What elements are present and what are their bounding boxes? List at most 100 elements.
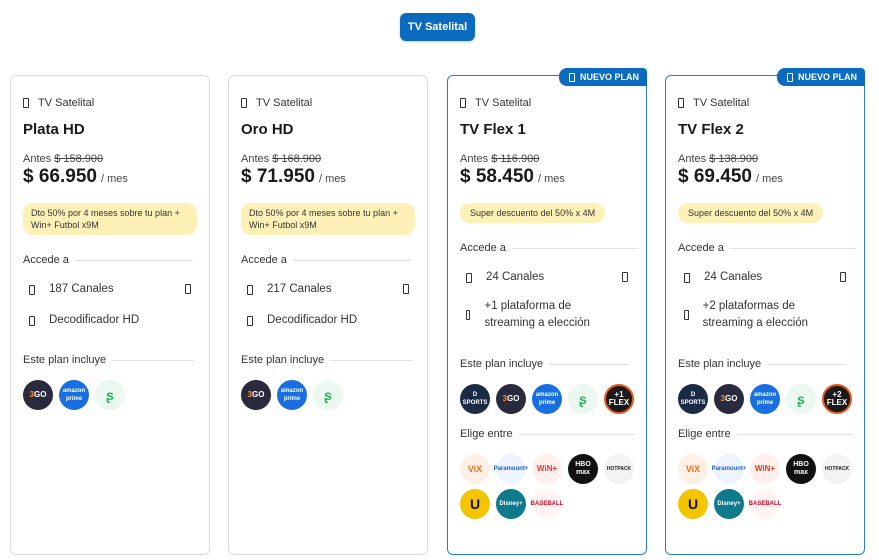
plan-category: TV Satelital — [23, 97, 94, 109]
win-plus-icon[interactable]: WiN+ — [532, 454, 562, 484]
feature-decoder: Decodificador HD — [29, 312, 139, 329]
promo-badge: Dto 50% por 4 meses sobre tu plan + Win+… — [23, 203, 197, 235]
plan-card-tv-flex-2[interactable]: NUEVO PLAN TV Satelital TV Flex 2 Antes … — [665, 68, 865, 555]
tv-icon — [247, 284, 253, 295]
feature-channels: 217 Canales — [247, 281, 332, 298]
universal-icon[interactable]: U — [460, 489, 490, 519]
green-app-icon: ʂ — [95, 380, 125, 410]
decoder-icon — [247, 315, 253, 326]
includes-logos: D SPORTS 3 GO amazon prime ʂ +1 FLEX — [460, 384, 634, 414]
plan-category: TV Satelital — [460, 97, 531, 109]
hbo-max-icon[interactable]: HBO max — [786, 454, 816, 484]
hotpack-icon[interactable]: HOTPACK — [822, 454, 852, 484]
access-label: Accede a — [241, 254, 411, 266]
feature-channels: 24 Canales — [684, 269, 762, 286]
includes-logos: 3 GO amazon prime ʂ — [23, 380, 125, 410]
hotpack-icon[interactable]: HOTPACK — [604, 454, 634, 484]
tv-icon — [684, 272, 690, 283]
dgo-icon: 3 GO — [496, 384, 526, 414]
amazon-prime-icon: amazon prime — [277, 380, 307, 410]
amazon-prime-icon: amazon prime — [59, 380, 89, 410]
price: $ 69.450/ mes — [678, 166, 783, 187]
paramount-icon[interactable]: Paramount+ — [494, 454, 528, 484]
flex-2-icon: +2 FLEX — [822, 384, 852, 414]
new-plan-badge: NUEVO PLAN — [558, 68, 647, 86]
paramount-icon[interactable]: Paramount+ — [712, 454, 746, 484]
plan-name: TV Flex 2 — [678, 121, 744, 138]
tab-tv-satelital[interactable]: TV Satelital — [400, 13, 475, 41]
price: $ 58.450/ mes — [460, 166, 565, 187]
includes-label: Este plan incluye — [678, 358, 848, 370]
info-icon[interactable] — [185, 284, 191, 294]
includes-label: Este plan incluye — [241, 354, 413, 366]
access-label: Accede a — [460, 242, 638, 254]
amazon-prime-icon: amazon prime — [532, 384, 562, 414]
flex-1-icon: +1 FLEX — [604, 384, 634, 414]
baseball-icon[interactable]: BASEBALL — [531, 489, 563, 519]
dsports-icon: D SPORTS — [678, 384, 708, 414]
decoder-icon — [29, 315, 35, 326]
old-price: Antes $ 116.900 — [460, 153, 540, 165]
old-price: Antes $ 168.900 — [241, 153, 322, 165]
disney-plus-icon[interactable]: Disney+ — [496, 489, 526, 519]
old-price: Antes $ 158.900 — [23, 153, 104, 165]
amazon-prime-icon: amazon prime — [750, 384, 780, 414]
plan-category: TV Satelital — [678, 97, 749, 109]
plan-category: TV Satelital — [241, 97, 312, 109]
universal-icon[interactable]: U — [678, 489, 708, 519]
satellite-icon — [678, 98, 684, 108]
price: $ 71.950/ mes — [241, 166, 346, 187]
info-icon[interactable] — [622, 272, 628, 282]
includes-label: Este plan incluye — [23, 354, 195, 366]
green-app-icon: ʂ — [786, 384, 816, 414]
plan-card-tv-flex-1[interactable]: NUEVO PLAN TV Satelital TV Flex 1 Antes … — [447, 68, 647, 555]
feature-channels: 24 Canales — [466, 269, 544, 286]
dgo-icon: 3 GO — [23, 380, 53, 410]
promo-badge: Super descuento del 50% x 4M — [678, 203, 824, 223]
feature-channels: 187 Canales — [29, 281, 114, 298]
info-icon[interactable] — [403, 284, 409, 294]
includes-label: Este plan incluye — [460, 358, 630, 370]
play-icon — [466, 310, 471, 320]
feature-streaming: +2 plataformas de streaming a elección — [684, 298, 834, 332]
tv-icon — [466, 272, 472, 283]
tv-icon — [29, 284, 35, 295]
plan-name: Plata HD — [23, 121, 85, 138]
tag-icon — [568, 72, 575, 82]
plan-card-oro-hd[interactable]: TV Satelital Oro HD Antes $ 168.900 $ 71… — [228, 75, 428, 555]
satellite-icon — [460, 98, 466, 108]
hbo-max-icon[interactable]: HBO max — [568, 454, 598, 484]
baseball-icon[interactable]: BASEBALL — [749, 489, 781, 519]
dgo-icon: 3 GO — [714, 384, 744, 414]
choose-label: Elige entre — [678, 428, 853, 440]
plan-card-plata-hd[interactable]: TV Satelital Plata HD Antes $ 158.900 $ … — [10, 75, 210, 555]
green-app-icon: ʂ — [568, 384, 598, 414]
includes-logos: D SPORTS 3 GO amazon prime ʂ +2 FLEX — [678, 384, 852, 414]
old-price: Antes $ 138.900 — [678, 153, 759, 165]
plan-name: Oro HD — [241, 121, 294, 138]
satellite-icon — [241, 98, 247, 108]
dsports-icon: D SPORTS — [460, 384, 490, 414]
dgo-icon: 3 GO — [241, 380, 271, 410]
feature-streaming: +1 plataforma de streaming a elección — [466, 298, 606, 332]
vix-icon[interactable]: ViX — [678, 454, 708, 484]
win-plus-icon[interactable]: WiN+ — [750, 454, 780, 484]
disney-plus-icon[interactable]: Disney+ — [714, 489, 744, 519]
includes-logos: 3 GO amazon prime ʂ — [241, 380, 343, 410]
access-label: Accede a — [678, 242, 856, 254]
promo-badge: Dto 50% por 4 meses sobre tu plan + Win+… — [241, 203, 415, 235]
feature-decoder: Decodificador HD — [247, 312, 357, 329]
price: $ 66.950/ mes — [23, 166, 128, 187]
choose-label: Elige entre — [460, 428, 635, 440]
vix-icon[interactable]: ViX — [460, 454, 490, 484]
access-label: Accede a — [23, 254, 193, 266]
satellite-icon — [23, 98, 29, 108]
plan-name: TV Flex 1 — [460, 121, 526, 138]
tag-icon — [786, 72, 793, 82]
choose-logos: ViX Paramount+ WiN+ HBO max HOTPACK U Dis… — [460, 454, 640, 519]
choose-logos: ViX Paramount+ WiN+ HBO max HOTPACK U Dis… — [678, 454, 858, 519]
green-app-icon: ʂ — [313, 380, 343, 410]
promo-badge: Super descuento del 50% x 4M — [460, 203, 606, 223]
new-plan-badge: NUEVO PLAN — [776, 68, 865, 86]
info-icon[interactable] — [840, 272, 846, 282]
